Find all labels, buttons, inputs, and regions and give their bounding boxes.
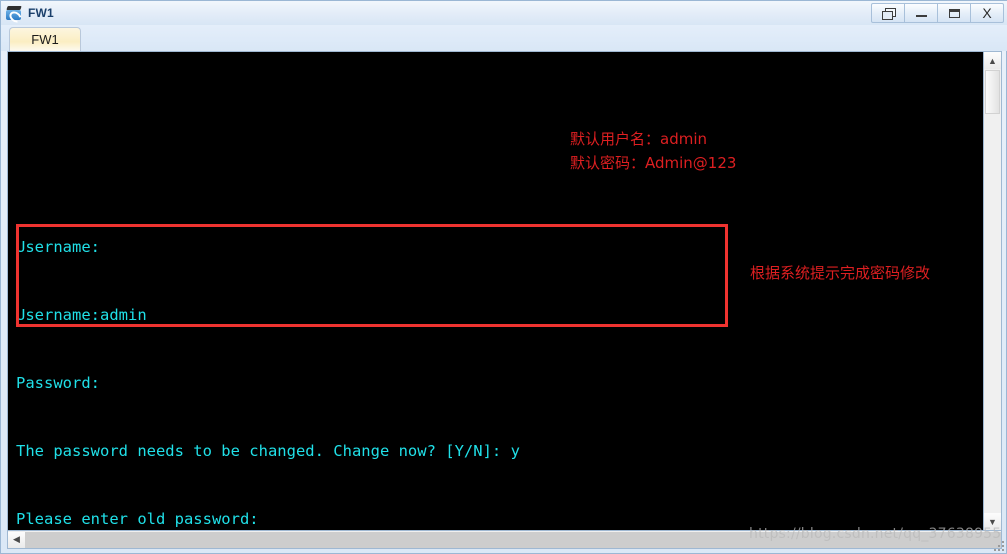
annotation-change-password-hint: 根据系统提示完成密码修改 <box>750 264 931 282</box>
terminal-line: Username: <box>16 237 100 256</box>
watermark: https://blog.csdn.net/qq_37638955 <box>749 526 1002 542</box>
annotation-default-password: 默认密码：Admin@123 <box>570 154 737 172</box>
terminal-line: Username:admin <box>16 305 147 324</box>
annotation-default-username: 默认用户名：admin <box>570 130 708 148</box>
resize-grip[interactable] <box>992 539 1004 551</box>
scroll-up-button[interactable]: ▲ <box>984 52 1001 69</box>
restore-icon <box>881 7 896 20</box>
minimize-button[interactable] <box>904 3 938 23</box>
minimize-icon <box>915 15 927 17</box>
vertical-scrollbar[interactable]: ▲ ▼ <box>983 52 1001 530</box>
tab-fw1[interactable]: FW1 <box>9 27 81 51</box>
title-bar: FW1 X <box>1 1 1007 26</box>
terminal-line: Password: <box>16 373 100 392</box>
close-button[interactable]: X <box>970 3 1004 23</box>
window-title: FW1 <box>28 6 54 20</box>
maximize-icon <box>948 8 960 18</box>
tab-strip: FW1 <box>1 25 1007 51</box>
restore-tabs-button[interactable] <box>871 3 905 23</box>
terminal-screen[interactable]: Username: Username:admin Password: The p… <box>8 52 983 530</box>
console-window: FW1 X FW1 Username: Username:admin Passw… <box>0 0 1007 554</box>
maximize-button[interactable] <box>937 3 971 23</box>
chevron-up-icon: ▲ <box>988 55 997 66</box>
chevron-down-icon: ▼ <box>988 516 997 527</box>
tab-label: FW1 <box>31 32 59 47</box>
close-icon: X <box>982 5 992 21</box>
window-controls: X <box>871 3 1004 23</box>
terminal-line: The password needs to be changed. Change… <box>16 441 520 460</box>
terminal-output: Username: Username:admin Password: The p… <box>16 54 976 530</box>
chevron-left-icon: ◀ <box>13 534 20 544</box>
vertical-scroll-thumb[interactable] <box>985 70 1000 114</box>
console-area: Username: Username:admin Password: The p… <box>7 51 1002 531</box>
vertical-scroll-track[interactable] <box>984 69 1001 513</box>
firewall-device-icon <box>6 4 24 25</box>
scroll-left-button[interactable]: ◀ <box>8 531 25 548</box>
